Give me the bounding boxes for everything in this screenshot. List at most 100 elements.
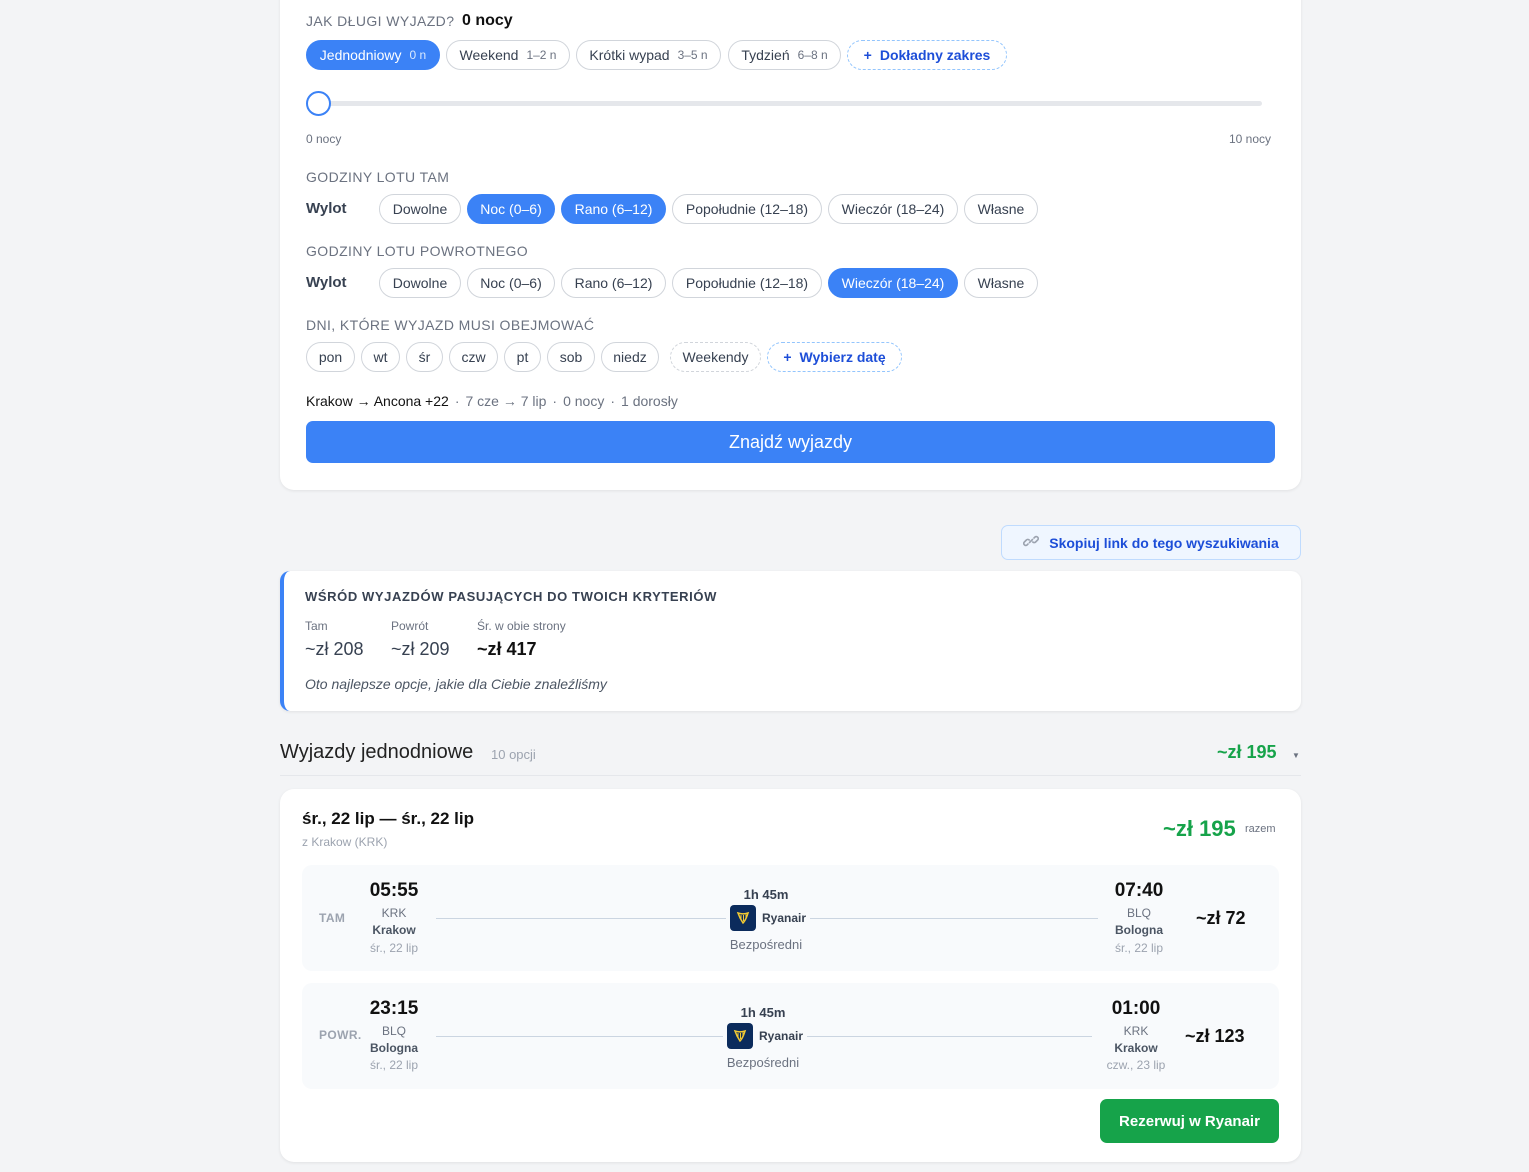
trip-dates: śr., 22 lip — śr., 22 lip [302, 809, 474, 828]
arrival-code: BLQ [1126, 906, 1151, 920]
group-title: Wyjazdy jednodniowe [280, 741, 474, 763]
group-count: 10 opcji [491, 747, 536, 762]
departure-date: śr., 22 lip [369, 1058, 419, 1072]
stat-outbound-value: ~zł 208 [305, 639, 364, 659]
return-hours-label: GODZINY LOTU POWROTNEGO [306, 243, 529, 259]
slider-max-label: 10 nocy [1229, 132, 1272, 146]
day-wed-chip[interactable]: śr [406, 342, 443, 372]
preset-sub: 0 n [409, 48, 427, 62]
preset-label: Jednodniowy [319, 47, 402, 63]
summary-dates: 7 cze → 7 lip [465, 393, 547, 409]
preset-short-trip-chip[interactable]: Krótki wypad 3–5 n [576, 40, 721, 70]
stat-return-label: Powrót [391, 619, 429, 633]
return-afternoon-chip[interactable]: Popołudnie (12–18) [672, 268, 822, 298]
find-trips-button[interactable]: Znajdź wyjazdy [306, 421, 1275, 463]
plus-icon: + [863, 47, 872, 63]
days-label: DNI, KTÓRE WYJAZD MUSI OBEJMOWAĆ [306, 317, 595, 333]
stat-avg-label: Śr. w obie strony [477, 619, 566, 633]
nights-slider-thumb[interactable] [306, 91, 331, 116]
arrival-time: 07:40 [1114, 880, 1164, 901]
arrival-time: 01:00 [1111, 998, 1161, 1019]
departure-code: BLQ [381, 1024, 406, 1038]
day-fri-chip[interactable]: pt [504, 342, 541, 372]
search-summary: Krakow → Ancona +22 · 7 cze → 7 lip · 0 nocy… [306, 393, 678, 409]
return-row-label: Wylot [306, 274, 347, 291]
airline: Ryanair [723, 1023, 808, 1049]
preset-sub: 3–5 n [677, 48, 708, 62]
summary-nights: 0 nocy [563, 393, 605, 409]
outbound-afternoon-chip[interactable]: Popołudnie (12–18) [672, 194, 822, 224]
preset-label: Weekend [459, 47, 519, 63]
copy-link-label: Skopiuj link do tego wyszukiwania [1049, 534, 1279, 551]
ryanair-harp-icon [727, 1023, 753, 1049]
stat-return-value: ~zł 209 [391, 639, 450, 659]
exact-range-label: Dokładny zakres [879, 47, 991, 63]
nights-slider-track[interactable] [318, 101, 1262, 106]
arrival-code: KRK [1123, 1024, 1149, 1038]
group-price[interactable]: ~zł 195 [1217, 742, 1277, 763]
copy-link-button[interactable]: Skopiuj link do tego wyszukiwania [1001, 525, 1301, 560]
outbound-any-chip[interactable]: Dowolne [379, 194, 461, 224]
return-night-chip[interactable]: Noc (0–6) [467, 268, 555, 298]
departure-city: Bologna [370, 1041, 418, 1055]
preset-week-chip[interactable]: Tydzień 6–8 n [728, 40, 841, 70]
trip-origin: z Krakow (KRK) [302, 835, 388, 849]
preset-sub: 1–2 n [526, 48, 557, 62]
outbound-hours-label: GODZINY LOTU TAM [306, 169, 450, 185]
stops-label: Bezpośredni [729, 937, 803, 952]
outbound-custom-chip[interactable]: Własne [964, 194, 1038, 224]
flight-duration: 1h 45m [743, 887, 789, 902]
preset-sub: 6–8 n [797, 48, 828, 62]
airline-name: Ryanair [762, 911, 807, 925]
ryanair-harp-icon [730, 905, 756, 931]
return-evening-chip[interactable]: Wieczór (18–24) [828, 268, 958, 298]
pick-date-label: Wybierz datę [799, 349, 886, 365]
preset-weekend-chip[interactable]: Weekend 1–2 n [446, 40, 570, 70]
stops-label: Bezpośredni [726, 1055, 800, 1070]
outbound-evening-chip[interactable]: Wieczór (18–24) [828, 194, 958, 224]
slider-min-label: 0 nocy [306, 132, 342, 146]
day-thu-chip[interactable]: czw [449, 342, 498, 372]
weekends-chip[interactable]: Weekendy [670, 342, 761, 372]
arrival-city: Bologna [1115, 923, 1163, 937]
return-custom-chip[interactable]: Własne [964, 268, 1038, 298]
stat-outbound-label: Tam [305, 619, 328, 633]
duration-value: 0 nocy [462, 12, 513, 29]
chevron-down-icon[interactable]: ▼ [1292, 751, 1300, 760]
leg-price: ~zł 123 [1185, 1026, 1245, 1046]
stats-title: WŚRÓD WYJAZDÓW PASUJĄCYCH DO TWOICH KRYT… [305, 589, 717, 604]
summary-route: Krakow → Ancona +22 [306, 393, 449, 409]
airline: Ryanair [726, 905, 811, 931]
outbound-row-label: Wylot [306, 200, 347, 217]
plus-icon: + [783, 349, 792, 365]
leg-direction: TAM [319, 911, 346, 925]
exact-range-button[interactable]: + Dokładny zakres [847, 40, 1007, 70]
departure-code: KRK [381, 906, 407, 920]
trip-total-price: ~zł 195 [1163, 816, 1236, 841]
outbound-morning-chip[interactable]: Rano (6–12) [561, 194, 666, 224]
day-mon-chip[interactable]: pon [306, 342, 355, 372]
departure-date: śr., 22 lip [369, 941, 419, 955]
book-ryanair-button[interactable]: Rezerwuj w Ryanair [1100, 1099, 1279, 1143]
flight-duration: 1h 45m [740, 1005, 786, 1020]
duration-label: JAK DŁUGI WYJAZD? [306, 13, 455, 29]
day-sat-chip[interactable]: sob [547, 342, 595, 372]
arrival-date: śr., 22 lip [1114, 941, 1164, 955]
day-sun-chip[interactable]: niedz [601, 342, 659, 372]
outbound-night-chip[interactable]: Noc (0–6) [467, 194, 555, 224]
leg-price: ~zł 72 [1196, 908, 1246, 928]
departure-time: 23:15 [369, 998, 419, 1019]
link-icon [1023, 533, 1040, 553]
stats-note: Oto najlepsze opcje, jakie dla Ciebie zn… [305, 676, 607, 692]
airline-name: Ryanair [759, 1029, 804, 1043]
day-tue-chip[interactable]: wt [361, 342, 400, 372]
return-morning-chip[interactable]: Rano (6–12) [561, 268, 666, 298]
group-divider [280, 775, 1301, 776]
pick-date-button[interactable]: + Wybierz datę [767, 342, 902, 372]
preset-day-trip-chip[interactable]: Jednodniowy 0 n [306, 40, 440, 70]
stat-avg-value: ~zł 417 [477, 639, 537, 659]
departure-time: 05:55 [369, 880, 419, 901]
return-any-chip[interactable]: Dowolne [379, 268, 461, 298]
trip-price-suffix: razem [1245, 823, 1276, 835]
preset-label: Tydzień [741, 47, 790, 63]
